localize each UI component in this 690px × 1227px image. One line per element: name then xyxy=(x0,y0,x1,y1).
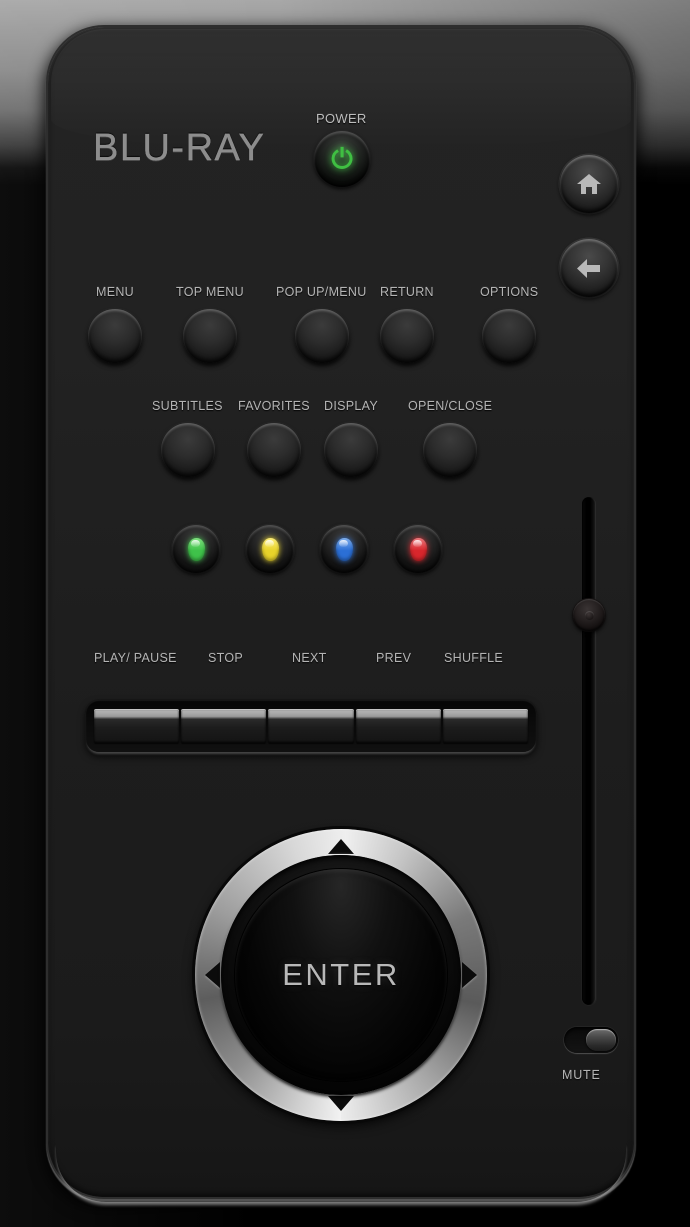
mute-toggle-knob xyxy=(586,1029,616,1051)
button-subtitles[interactable] xyxy=(160,423,215,477)
button-open-close[interactable] xyxy=(423,423,477,477)
mute-label: MUTE xyxy=(562,1068,601,1082)
mute-toggle[interactable] xyxy=(564,1027,618,1053)
label-play-pause: PLAY/ PAUSE xyxy=(94,651,177,665)
green-button[interactable] xyxy=(172,525,220,573)
home-icon xyxy=(576,172,602,196)
back-button[interactable] xyxy=(560,239,618,297)
red-button-led-icon xyxy=(409,537,427,561)
button-return[interactable] xyxy=(380,309,434,363)
button-menu[interactable] xyxy=(88,309,142,363)
volume-slider-track[interactable] xyxy=(582,497,596,1005)
green-button-led-icon xyxy=(187,537,205,561)
home-button[interactable] xyxy=(560,155,618,213)
remote-control-body: BLU-RAY POWER ⏻ ENTER MUTE MENU TOP MENU… xyxy=(48,27,634,1197)
button-top-menu[interactable] xyxy=(183,309,237,363)
button-pop-up-menu[interactable] xyxy=(294,309,349,363)
transport-next-button[interactable] xyxy=(268,709,354,743)
power-label: POWER xyxy=(316,111,367,126)
blue-button[interactable] xyxy=(320,525,368,573)
label-stop: STOP xyxy=(208,651,244,665)
dpad-inner-ring: ENTER xyxy=(221,855,461,1095)
label-favorites: FAVORITES xyxy=(238,399,310,413)
dpad-down-arrow-icon[interactable] xyxy=(328,1096,354,1111)
transport-play-pause-button[interactable] xyxy=(94,709,180,743)
label-next: NEXT xyxy=(292,651,327,665)
label-prev: PREV xyxy=(376,651,412,665)
label-menu: MENU xyxy=(96,285,135,299)
enter-button[interactable]: ENTER xyxy=(235,869,447,1081)
button-display[interactable] xyxy=(324,423,378,477)
yellow-button-led-icon xyxy=(261,537,279,561)
brand-logo: BLU-RAY xyxy=(93,127,266,169)
label-subtitles: SUBTITLES xyxy=(152,399,223,413)
red-button[interactable] xyxy=(394,525,442,573)
button-options[interactable] xyxy=(482,309,536,363)
label-display: DISPLAY xyxy=(324,399,378,413)
yellow-button[interactable] xyxy=(246,525,294,573)
dpad-right-arrow-icon[interactable] xyxy=(462,962,477,988)
label-open-close: OPEN/CLOSE xyxy=(408,399,493,413)
blue-button-led-icon xyxy=(335,537,353,561)
back-arrow-icon xyxy=(575,256,603,280)
dpad-left-arrow-icon[interactable] xyxy=(205,962,220,988)
power-button[interactable]: ⏻ xyxy=(314,131,370,187)
transport-shuffle-button[interactable] xyxy=(442,709,529,743)
label-options: OPTIONS xyxy=(480,285,539,299)
enter-label: ENTER xyxy=(282,957,400,992)
dpad-ring[interactable]: ENTER xyxy=(195,829,487,1121)
dpad-up-arrow-icon[interactable] xyxy=(328,839,354,854)
transport-bar xyxy=(86,700,536,752)
transport-stop-button[interactable] xyxy=(181,709,267,743)
power-symbol-icon: ⏻ xyxy=(331,143,353,174)
button-favorites[interactable] xyxy=(247,423,301,477)
label-shuffle: SHUFFLE xyxy=(444,651,504,665)
volume-slider-knob[interactable] xyxy=(573,599,605,631)
label-return: RETURN xyxy=(380,285,434,299)
label-pop-up-menu: POP UP/MENU xyxy=(276,285,367,299)
label-top-menu: TOP MENU xyxy=(176,285,244,299)
transport-prev-button[interactable] xyxy=(355,709,441,743)
